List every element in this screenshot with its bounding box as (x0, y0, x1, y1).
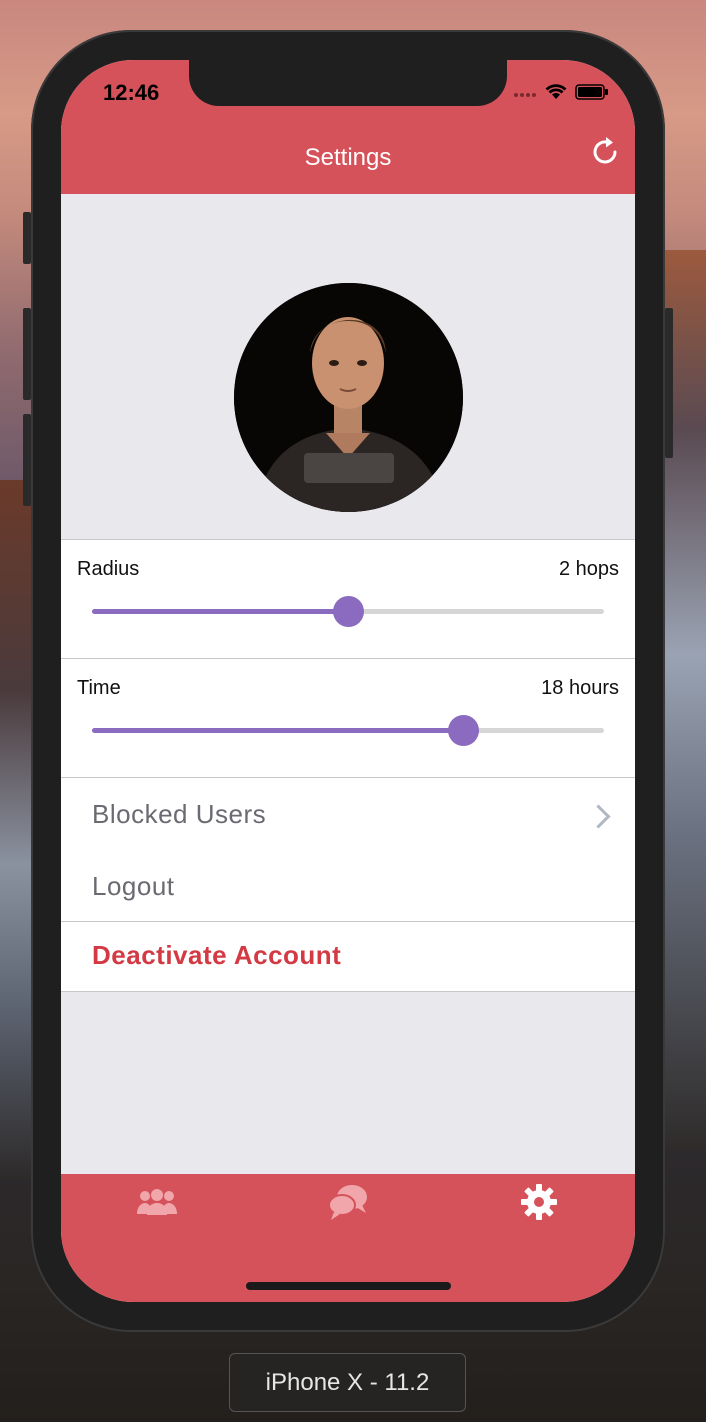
chevron-right-icon (586, 804, 611, 829)
notch (189, 60, 507, 106)
time-slider-card: Time 18 hours (61, 658, 635, 778)
time-value: 18 hours (541, 677, 619, 699)
power-button (665, 308, 673, 458)
radius-label: Radius (77, 558, 140, 580)
status-indicators (513, 84, 609, 105)
radius-value: 2 hops (558, 558, 619, 580)
tab-settings[interactable] (511, 1182, 567, 1226)
logout-row[interactable]: Logout (61, 853, 635, 922)
home-indicator (246, 1282, 451, 1290)
deactivate-account-row[interactable]: Deactivate Account (61, 922, 635, 992)
radius-slider-fill (92, 609, 348, 614)
radius-slider-thumb[interactable] (333, 596, 364, 627)
avatar-image (234, 283, 463, 512)
profile-header (61, 194, 635, 539)
radius-slider[interactable] (92, 596, 604, 627)
gear-icon (521, 1183, 557, 1225)
simulator-device-label: iPhone X - 11.2 (229, 1353, 466, 1412)
tab-chat[interactable] (320, 1182, 376, 1226)
time-slider[interactable] (92, 715, 604, 746)
chat-icon (328, 1183, 368, 1226)
navigation-bar: 12:46 Settings (61, 60, 635, 194)
signal-icon (513, 86, 537, 104)
radius-slider-card: Radius 2 hops (61, 539, 635, 659)
volume-down-button (23, 414, 31, 506)
time-label: Time (77, 677, 121, 699)
time-slider-fill (92, 728, 464, 733)
users-icon (136, 1188, 178, 1221)
blocked-users-row[interactable]: Blocked Users (61, 777, 635, 854)
logout-label: Logout (92, 871, 175, 901)
refresh-button[interactable] (587, 136, 623, 172)
app-screen: 12:46 Settings Radius 2 hops Time 18 hou… (61, 60, 635, 1302)
avatar[interactable] (234, 283, 463, 512)
deactivate-account-label: Deactivate Account (92, 940, 342, 970)
status-time: 12:46 (103, 80, 160, 105)
tab-users[interactable] (129, 1182, 185, 1226)
battery-icon (575, 84, 609, 105)
tab-bar (61, 1174, 635, 1302)
volume-up-button (23, 308, 31, 400)
blocked-users-label: Blocked Users (92, 799, 267, 829)
wifi-icon (545, 84, 567, 105)
page-title: Settings (304, 144, 392, 171)
time-slider-thumb[interactable] (448, 715, 480, 746)
mute-switch (23, 212, 31, 264)
refresh-icon (588, 135, 622, 174)
